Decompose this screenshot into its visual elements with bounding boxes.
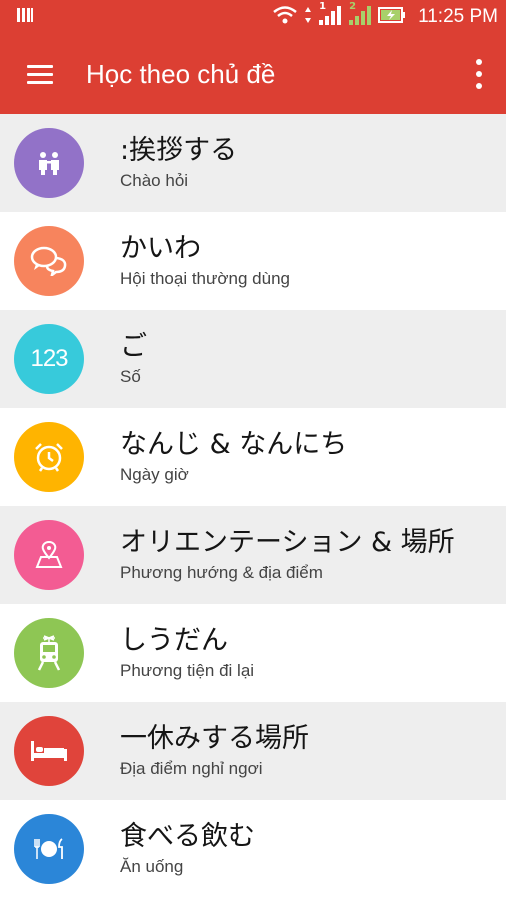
plate-cutlery-icon xyxy=(14,814,84,884)
chat-bubbles-icon xyxy=(14,226,84,296)
overflow-menu-button[interactable] xyxy=(452,34,506,114)
numbers-icon-text: 123 xyxy=(30,345,68,372)
topic-subtitle: Phương tiện đi lại xyxy=(120,661,255,680)
topic-subtitle: Chào hỏi xyxy=(120,171,189,190)
status-bar: 1 2 11:25 PM xyxy=(0,0,506,34)
app-bar: Học theo chủ đề xyxy=(0,34,506,114)
topic-item-accommodation[interactable]: 一休みする場所 Địa điểm nghỉ ngơi xyxy=(0,702,506,800)
topic-subtitle: Phương hướng & địa điểm xyxy=(120,563,323,582)
topic-item-greetings[interactable]: :挨拶する Chào hỏi xyxy=(0,114,506,212)
alarm-clock-icon xyxy=(14,422,84,492)
page-title: Học theo chủ đề xyxy=(86,58,276,89)
topic-subtitle: Hội thoại thường dùng xyxy=(120,269,290,288)
more-vert-icon xyxy=(476,59,482,65)
map-pin-icon xyxy=(14,520,84,590)
topic-item-date-time[interactable]: なんじ & なんにち Ngày giờ xyxy=(0,408,506,506)
topic-title: :挨拶する xyxy=(120,135,238,166)
bed-icon xyxy=(14,716,84,786)
topic-item-numbers[interactable]: 123 ご Số xyxy=(0,310,506,408)
train-icon xyxy=(14,618,84,688)
topic-subtitle: Địa điểm nghỉ ngơi xyxy=(120,759,263,778)
signal-sim2-icon: 2 xyxy=(348,1,372,30)
topic-title: かいわ xyxy=(120,233,201,264)
wifi-icon xyxy=(272,5,298,29)
topic-subtitle: Số xyxy=(120,367,141,386)
data-transfer-icon xyxy=(304,6,312,28)
topic-item-transport[interactable]: しうだん Phương tiện đi lại xyxy=(0,604,506,702)
people-icon xyxy=(14,128,84,198)
sim2-label: 2 xyxy=(349,1,357,12)
notification-icon xyxy=(16,6,34,28)
sim1-label: 1 xyxy=(319,1,327,12)
topic-title: オリエンテーション & 場所 xyxy=(120,527,455,558)
topic-title: しうだん xyxy=(120,625,228,656)
clock: 11:25 PM xyxy=(418,6,498,27)
menu-button[interactable] xyxy=(2,34,78,114)
signal-sim1-icon: 1 xyxy=(318,1,342,30)
topic-subtitle: Ăn uống xyxy=(120,857,184,876)
topic-title: ご xyxy=(120,331,147,362)
topic-subtitle: Ngày giờ xyxy=(120,465,189,484)
topic-item-directions[interactable]: オリエンテーション & 場所 Phương hướng & địa điểm xyxy=(0,506,506,604)
numbers-icon: 123 xyxy=(14,324,84,394)
hamburger-icon xyxy=(27,60,53,89)
topic-title: 食べる飲む xyxy=(120,821,255,852)
topic-title: 一休みする場所 xyxy=(120,723,309,754)
battery-charging-icon xyxy=(378,6,406,28)
topic-title: なんじ & なんにち xyxy=(120,429,348,460)
topic-item-conversation[interactable]: かいわ Hội thoại thường dùng xyxy=(0,212,506,310)
topic-item-eating-drinking[interactable]: 食べる飲む Ăn uống xyxy=(0,800,506,898)
topic-list: :挨拶する Chào hỏi かいわ Hội thoại thường dùng… xyxy=(0,114,506,898)
